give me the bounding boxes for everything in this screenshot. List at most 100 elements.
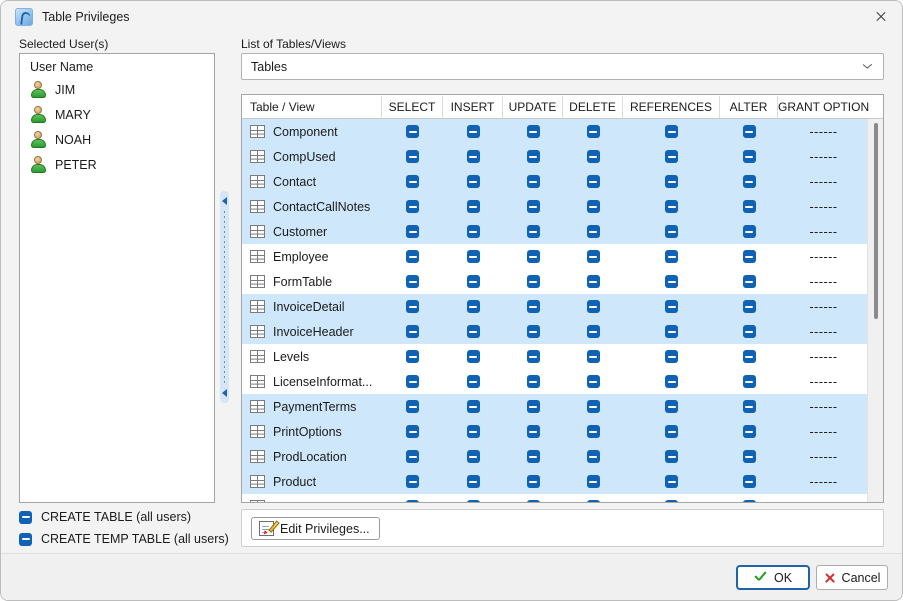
privilege-cell[interactable] (623, 269, 720, 294)
privilege-cell[interactable] (443, 419, 503, 444)
privilege-cell[interactable] (720, 144, 778, 169)
privilege-cell[interactable] (443, 244, 503, 269)
create-table-checkbox-row[interactable]: CREATE TABLE (all users) (19, 510, 191, 524)
privilege-cell[interactable] (720, 319, 778, 344)
privilege-cell[interactable] (503, 369, 563, 394)
privilege-cell[interactable] (563, 469, 623, 494)
privilege-checkbox[interactable] (526, 275, 540, 288)
privilege-cell[interactable] (443, 394, 503, 419)
privilege-checkbox[interactable] (466, 375, 480, 388)
table-row[interactable]: PrintOptions ------ (242, 419, 883, 444)
privilege-checkbox[interactable] (665, 300, 678, 313)
ok-button[interactable]: OK (736, 565, 810, 590)
privilege-cell[interactable] (563, 144, 623, 169)
privilege-cell[interactable] (382, 444, 443, 469)
grid-column-header[interactable]: SELECT (382, 95, 443, 118)
privilege-checkbox[interactable] (466, 350, 480, 363)
privilege-cell[interactable] (623, 469, 720, 494)
privilege-checkbox[interactable] (742, 225, 756, 238)
privilege-cell[interactable] (623, 144, 720, 169)
privilege-checkbox[interactable] (665, 275, 678, 288)
privilege-cell[interactable] (443, 494, 503, 502)
table-name-cell[interactable]: ProdLocation (242, 444, 382, 469)
privilege-checkbox[interactable] (406, 425, 419, 438)
table-name-cell[interactable]: CompUsed (242, 144, 382, 169)
privilege-cell[interactable] (720, 119, 778, 144)
table-row[interactable]: Contact ------ (242, 169, 883, 194)
privilege-cell[interactable] (443, 169, 503, 194)
privilege-checkbox[interactable] (406, 475, 419, 488)
grid-column-header[interactable]: UPDATE (503, 95, 563, 118)
table-name-cell[interactable]: ContactCallNotes (242, 194, 382, 219)
privilege-cell[interactable] (623, 294, 720, 319)
privilege-cell[interactable] (503, 294, 563, 319)
privilege-checkbox[interactable] (586, 375, 600, 388)
privilege-cell[interactable] (563, 369, 623, 394)
privilege-checkbox[interactable] (466, 475, 480, 488)
user-list-item[interactable]: JIM (20, 77, 214, 102)
privilege-checkbox[interactable] (526, 150, 540, 163)
privilege-checkbox[interactable] (466, 300, 480, 313)
privilege-cell[interactable] (382, 469, 443, 494)
grid-column-header[interactable]: REFERENCES (623, 95, 720, 118)
privilege-checkbox[interactable] (742, 250, 756, 263)
privilege-cell[interactable] (563, 119, 623, 144)
grid-vertical-scrollbar[interactable] (867, 119, 883, 502)
panel-splitter[interactable] (220, 191, 229, 403)
privilege-checkbox[interactable] (466, 225, 480, 238)
privilege-checkbox[interactable] (586, 325, 600, 338)
privilege-cell[interactable] (623, 344, 720, 369)
table-row[interactable]: Levels ------ (242, 344, 883, 369)
privilege-cell[interactable] (382, 144, 443, 169)
edit-privileges-button[interactable]: Edit Privileges... (251, 517, 380, 540)
privilege-cell[interactable] (443, 144, 503, 169)
privilege-checkbox[interactable] (406, 250, 419, 263)
table-row[interactable]: PaymentTerms ------ (242, 394, 883, 419)
privilege-cell[interactable] (720, 469, 778, 494)
privilege-checkbox[interactable] (586, 450, 600, 463)
privilege-checkbox[interactable] (466, 450, 480, 463)
privilege-checkbox[interactable] (665, 500, 678, 502)
privilege-cell[interactable] (623, 194, 720, 219)
grid-scrollbar-thumb[interactable] (874, 123, 878, 319)
privilege-cell[interactable] (503, 319, 563, 344)
privilege-checkbox[interactable] (665, 150, 678, 163)
privilege-checkbox[interactable] (466, 175, 480, 188)
privilege-cell[interactable] (503, 394, 563, 419)
user-list-item[interactable]: MARY (20, 102, 214, 127)
privilege-cell[interactable] (623, 119, 720, 144)
privilege-checkbox[interactable] (742, 300, 756, 313)
privilege-cell[interactable] (623, 219, 720, 244)
privilege-cell[interactable] (443, 194, 503, 219)
privilege-cell[interactable] (443, 269, 503, 294)
table-name-cell[interactable]: InvoiceDetail (242, 294, 382, 319)
privilege-checkbox[interactable] (406, 350, 419, 363)
privilege-checkbox[interactable] (586, 175, 600, 188)
privilege-cell[interactable] (503, 344, 563, 369)
table-name-cell[interactable]: Levels (242, 344, 382, 369)
user-list-item[interactable]: NOAH (20, 127, 214, 152)
user-list-item[interactable]: PETER (20, 152, 214, 177)
privilege-cell[interactable] (563, 244, 623, 269)
privilege-checkbox[interactable] (586, 200, 600, 213)
table-row[interactable]: InvoiceDetail ------ (242, 294, 883, 319)
privilege-checkbox[interactable] (466, 325, 480, 338)
privilege-cell[interactable] (720, 194, 778, 219)
privilege-cell[interactable] (563, 269, 623, 294)
privilege-checkbox[interactable] (665, 475, 678, 488)
grid-column-header[interactable]: GRANT OPTION (778, 96, 869, 118)
grant-option-cell[interactable]: ------ (778, 369, 869, 394)
privilege-checkbox[interactable] (466, 150, 480, 163)
privilege-cell[interactable] (503, 419, 563, 444)
privilege-checkbox[interactable] (665, 325, 678, 338)
privilege-cell[interactable] (443, 119, 503, 144)
privilege-cell[interactable] (382, 294, 443, 319)
privilege-checkbox[interactable] (526, 450, 540, 463)
privilege-checkbox[interactable] (586, 350, 600, 363)
table-name-cell[interactable]: PrintOptions (242, 419, 382, 444)
grant-option-cell[interactable]: ------ (778, 419, 869, 444)
privilege-checkbox[interactable] (586, 125, 600, 138)
privilege-cell[interactable] (563, 494, 623, 502)
privilege-checkbox[interactable] (742, 500, 756, 502)
privilege-checkbox[interactable] (742, 325, 756, 338)
